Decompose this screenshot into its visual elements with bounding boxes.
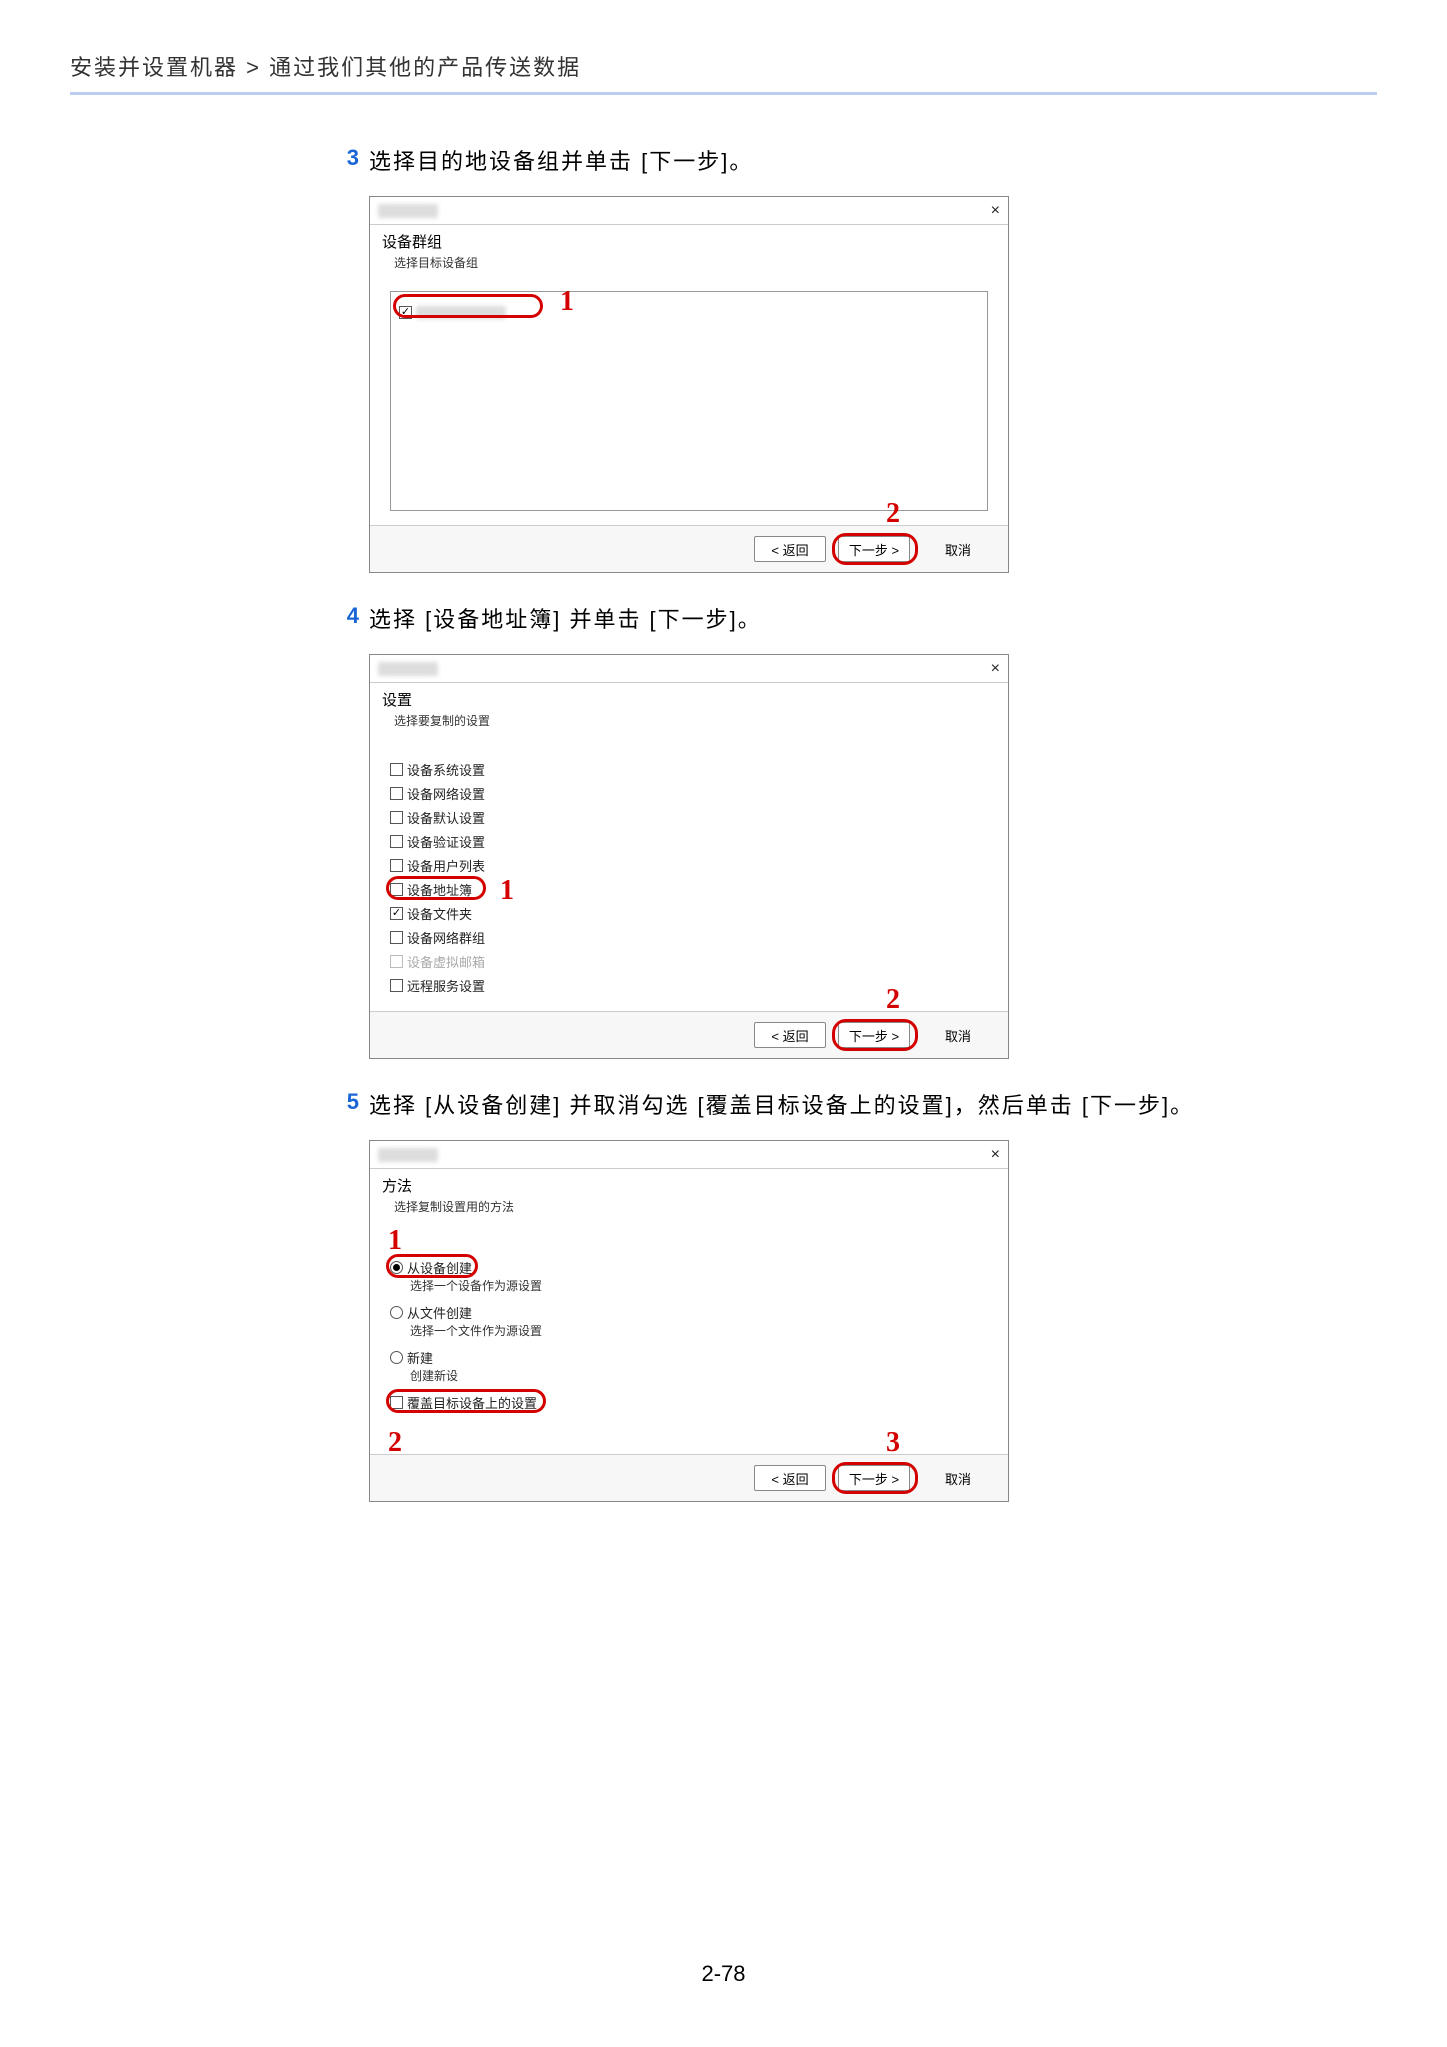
step-4: 4 选择 [设备地址簿] 并单击 [下一步]。 (335, 603, 1235, 636)
checkbox-icon[interactable] (390, 787, 403, 800)
next-button[interactable]: 下一步 > (838, 1465, 910, 1491)
setting-item[interactable]: 设备网络设置 (390, 781, 988, 805)
radio-sub: 选择一个设备作为源设置 (390, 1277, 988, 1294)
setting-label: 设备系统设置 (407, 760, 485, 779)
setting-label: 设备用户列表 (407, 856, 485, 875)
dialog-footer: 2 < 返回 下一步 > 取消 (370, 1011, 1008, 1058)
back-button[interactable]: < 返回 (754, 1022, 826, 1048)
checkbox-icon[interactable] (390, 859, 403, 872)
setting-item[interactable]: 设备用户列表 (390, 853, 988, 877)
step-text: 选择 [设备地址簿] 并单击 [下一步]。 (369, 603, 762, 636)
radio-label: 从设备创建 (407, 1258, 472, 1277)
step-number: 3 (335, 145, 369, 178)
breadcrumb: 安装并设置机器 > 通过我们其他的产品传送数据 (70, 50, 1377, 95)
next-button[interactable]: 下一步 > (838, 1022, 910, 1048)
dialog-subtitle: 选择要复制的设置 (382, 712, 996, 729)
step-5: 5 选择 [从设备创建] 并取消勾选 [覆盖目标设备上的设置]，然后单击 [下一… (335, 1089, 1235, 1122)
device-group-name-blur (416, 306, 506, 319)
step-number: 5 (335, 1089, 369, 1122)
setting-label: 设备默认设置 (407, 808, 485, 827)
radio-label: 新建 (407, 1348, 433, 1367)
checkbox-icon[interactable] (390, 979, 403, 992)
setting-item[interactable]: 设备验证设置 (390, 829, 988, 853)
dialog-titlebar: × (370, 655, 1008, 683)
dialog-method: × 方法 选择复制设置用的方法 1 从设备创建 选择一个设备作为源设置 (369, 1140, 1009, 1502)
radio-new[interactable]: 新建 (390, 1345, 988, 1369)
radio-icon[interactable] (390, 1306, 403, 1319)
checkbox-icon[interactable] (390, 883, 403, 896)
checkbox-icon[interactable] (399, 306, 412, 319)
dialog-device-group: × 设备群组 选择目标设备组 1 (369, 196, 1009, 573)
step-number: 4 (335, 603, 369, 636)
step-text: 选择目的地设备组并单击 [下一步]。 (369, 145, 753, 178)
device-group-item[interactable] (399, 300, 979, 324)
dialog-title-blur (378, 662, 438, 676)
step-3: 3 选择目的地设备组并单击 [下一步]。 (335, 145, 1235, 178)
dialog-title: 方法 (382, 1175, 996, 1196)
dialog-titlebar: × (370, 197, 1008, 225)
dialog-subtitle: 选择复制设置用的方法 (382, 1198, 996, 1215)
setting-item[interactable]: 设备系统设置 (390, 757, 988, 781)
dialog-title-blur (378, 204, 438, 218)
dialog-footer: 2 < 返回 下一步 > 取消 (370, 525, 1008, 572)
dialog-subtitle: 选择目标设备组 (382, 254, 996, 271)
cancel-button[interactable]: 取消 (922, 536, 994, 562)
radio-label: 从文件创建 (407, 1303, 472, 1322)
radio-sub: 创建新设 (390, 1367, 988, 1384)
checkbox-icon[interactable] (390, 811, 403, 824)
dialog-header: 设置 选择要复制的设置 (370, 683, 1008, 739)
setting-item[interactable]: 远程服务设置 (390, 973, 988, 997)
setting-label: 远程服务设置 (407, 976, 485, 995)
dialog-title-blur (378, 1148, 438, 1162)
setting-label: 设备虚拟邮箱 (407, 952, 485, 971)
checkbox-icon (390, 955, 403, 968)
radio-from-file[interactable]: 从文件创建 (390, 1300, 988, 1324)
setting-label: 设备网络设置 (407, 784, 485, 803)
checkbox-icon[interactable] (390, 763, 403, 776)
setting-item[interactable]: 设备默认设置 (390, 805, 988, 829)
dialog-header: 设备群组 选择目标设备组 (370, 225, 1008, 281)
dialog-footer: 3 < 返回 下一步 > 取消 (370, 1454, 1008, 1501)
setting-item[interactable]: 设备文件夹 (390, 901, 988, 925)
checkbox-icon[interactable] (390, 1396, 403, 1409)
device-group-list (390, 291, 988, 511)
setting-label: 设备文件夹 (407, 904, 472, 923)
checkbox-overwrite[interactable]: 覆盖目标设备上的设置 (390, 1390, 988, 1414)
dialog-settings: × 设置 选择要复制的设置 设备系统设置 设备网络设置 设备默认设置 设备验证设… (369, 654, 1009, 1059)
radio-icon[interactable] (390, 1351, 403, 1364)
next-button[interactable]: 下一步 > (838, 536, 910, 562)
setting-label: 设备验证设置 (407, 832, 485, 851)
checkbox-icon[interactable] (390, 835, 403, 848)
radio-from-device[interactable]: 从设备创建 (390, 1255, 988, 1279)
radio-icon[interactable] (390, 1261, 403, 1274)
checkbox-icon[interactable] (390, 931, 403, 944)
checkbox-label: 覆盖目标设备上的设置 (407, 1393, 537, 1412)
setting-item[interactable]: 设备网络群组 (390, 925, 988, 949)
setting-item-address-book[interactable]: 设备地址簿 (390, 877, 988, 901)
back-button[interactable]: < 返回 (754, 1465, 826, 1491)
step-text: 选择 [从设备创建] 并取消勾选 [覆盖目标设备上的设置]，然后单击 [下一步]… (369, 1089, 1194, 1122)
cancel-button[interactable]: 取消 (922, 1022, 994, 1048)
close-icon[interactable]: × (991, 1146, 1000, 1164)
radio-sub: 选择一个文件作为源设置 (390, 1322, 988, 1339)
checkbox-icon[interactable] (390, 907, 403, 920)
setting-label: 设备网络群组 (407, 928, 485, 947)
page-number: 2-78 (0, 1961, 1447, 1987)
setting-item-disabled: 设备虚拟邮箱 (390, 949, 988, 973)
close-icon[interactable]: × (991, 660, 1000, 678)
dialog-titlebar: × (370, 1141, 1008, 1169)
cancel-button[interactable]: 取消 (922, 1465, 994, 1491)
back-button[interactable]: < 返回 (754, 536, 826, 562)
close-icon[interactable]: × (991, 202, 1000, 220)
setting-label: 设备地址簿 (407, 880, 472, 899)
dialog-title: 设置 (382, 689, 996, 710)
dialog-title: 设备群组 (382, 231, 996, 252)
dialog-header: 方法 选择复制设置用的方法 (370, 1169, 1008, 1225)
